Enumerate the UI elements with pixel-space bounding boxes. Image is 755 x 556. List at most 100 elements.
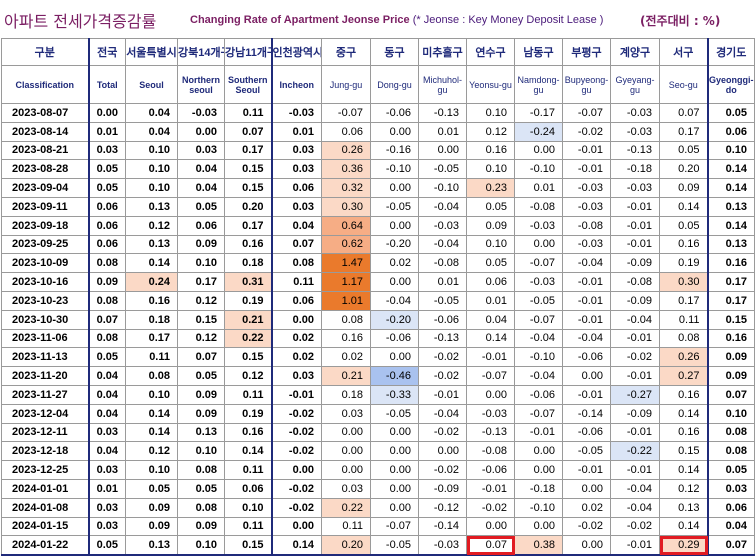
title-english-text: Changing Rate of Apartment Jeonse Price (190, 14, 410, 26)
table-cell: -0.04 (562, 253, 611, 274)
table-cell: -0.03 (514, 272, 563, 292)
table-cell: 0.15 (177, 309, 225, 330)
table-cell: 0.16 (224, 422, 273, 443)
table-row: 2023-08-07 0.00 0.04 -0.03 0.11 -0.03 -0.07 -0.… (1, 103, 755, 123)
row-date: 2023-08-21 (1, 140, 90, 161)
table-cell: 0.18 (224, 253, 273, 274)
table-cell: 0.21 (224, 309, 273, 330)
table-cell: 0.09 (177, 384, 225, 405)
column-header-en: Gyeonggi-do (706, 65, 755, 104)
row-date: 2023-09-04 (1, 178, 90, 198)
table-cell: 0.03 (321, 403, 371, 424)
table-cell: 0.16 (125, 290, 178, 311)
table-cell: 0.06 (466, 272, 515, 292)
table-cell: 0.10 (466, 159, 515, 180)
table-row: 2023-09-11 0.06 0.13 0.05 0.20 0.03 0.30 -0.05-… (1, 196, 755, 217)
table-cell: -0.02 (418, 460, 467, 480)
table-row: 2024-01-15 0.03 0.09 0.09 0.11 0.00 0.11 -0.07-… (1, 516, 755, 537)
table-cell: 0.00 (514, 441, 563, 462)
table-cell: 0.09 (125, 516, 178, 537)
table-cell: 0.14 (659, 460, 709, 480)
table-cell: 0.14 (270, 535, 322, 556)
table-cell: 0.08 (87, 290, 126, 311)
row-date: 2023-08-28 (1, 159, 90, 180)
table-cell: 0.04 (87, 366, 126, 386)
table-cell: -0.05 (418, 290, 467, 311)
table-cell: -0.27 (610, 384, 660, 405)
table-cell: 0.23 (466, 178, 515, 198)
table-cell: -0.01 (562, 290, 611, 311)
table-cell: 0.13 (659, 497, 709, 518)
column-header-en: Bupyeong-gu (562, 65, 611, 104)
table-cell: 0.15 (224, 178, 273, 198)
table-cell: 1.01 (321, 290, 371, 311)
table-cell: -0.04 (370, 290, 419, 311)
table-cell: -0.07 (514, 403, 563, 424)
table-cell: -0.03 (270, 103, 322, 123)
table-cell: -0.01 (466, 478, 515, 499)
table-cell: 0.16 (706, 253, 755, 274)
table-cell: -0.05 (370, 196, 419, 217)
title-korean: 아파트 전세가격증감률 (4, 12, 157, 31)
table-cell: 0.17 (224, 140, 273, 161)
table-cell: 0.09 (706, 347, 755, 368)
table-cell: 0.26 (659, 347, 709, 368)
table-cell: 0.05 (706, 103, 755, 123)
table-cell: 0.11 (125, 347, 178, 368)
column-header-ko: 계양구 (610, 38, 660, 66)
table-cell: -0.18 (610, 159, 660, 180)
table-cell: 0.05 (659, 140, 709, 161)
column-header-en: Yeonsu-gu (466, 65, 515, 104)
table-cell: 0.10 (125, 178, 178, 198)
table-cell: 0.12 (466, 121, 515, 142)
table-cell: 0.03 (270, 366, 322, 386)
column-header-en: Total (87, 65, 126, 104)
table-cell: 0.03 (706, 478, 755, 499)
table-cell: -0.10 (418, 178, 467, 198)
table-cell: 0.11 (224, 460, 273, 480)
table-cell: 0.17 (224, 215, 273, 236)
table-cell: 0.06 (270, 290, 322, 311)
table-cell: 0.04 (706, 516, 755, 537)
table-row: 2024-01-22 0.05 0.13 0.10 0.15 0.14 0.20 -0.05-… (1, 535, 755, 556)
table-cell: 0.02 (270, 328, 322, 349)
table-cell: 0.10 (466, 103, 515, 123)
row-date: 2023-10-16 (1, 272, 90, 292)
row-date: 2023-08-07 (1, 103, 90, 123)
row-date: 2023-11-20 (1, 366, 90, 386)
table-cell: 0.09 (177, 403, 225, 424)
table-cell: 0.14 (125, 253, 178, 274)
table-cell: -0.03 (177, 103, 225, 123)
table-cell: -0.18 (514, 478, 563, 499)
table-cell: 0.16 (659, 384, 709, 405)
table-cell: -0.06 (514, 384, 563, 405)
table-cell: -0.07 (466, 366, 515, 386)
table-cell: 0.13 (125, 535, 178, 556)
table-cell: 0.03 (270, 159, 322, 180)
table-cell: -0.05 (370, 535, 419, 556)
table-cell: 0.01 (418, 121, 467, 142)
table-cell: -0.03 (514, 215, 563, 236)
table-cell: 0.03 (270, 196, 322, 217)
table-cell: 0.03 (270, 140, 322, 161)
table-cell: 0.10 (224, 497, 273, 518)
column-header-en: Seoul (125, 65, 178, 104)
table-row: 2023-11-20 0.04 0.08 0.05 0.12 0.03 0.21 -0.46-… (1, 366, 755, 386)
table-cell: 0.20 (321, 535, 371, 556)
table-cell: 0.08 (177, 497, 225, 518)
table-cell: 0.00 (177, 121, 225, 142)
table-cell: -0.04 (418, 403, 467, 424)
table-cell: -0.02 (610, 347, 660, 368)
table-cell: 0.04 (177, 178, 225, 198)
column-header-en: Southern Seoul (224, 65, 273, 104)
table-cell: -0.01 (466, 347, 515, 368)
row-date: 2023-11-06 (1, 328, 90, 349)
table-cell: -0.10 (514, 347, 563, 368)
table-cell: 0.16 (659, 422, 709, 443)
column-header-en: Jung-gu (321, 65, 371, 104)
table-cell: -0.06 (370, 103, 419, 123)
table-cell: 0.18 (125, 309, 178, 330)
table-cell: -0.01 (610, 328, 660, 349)
table-cell: 0.29 (659, 535, 709, 556)
column-header-ko: 미추홀구 (418, 38, 467, 66)
